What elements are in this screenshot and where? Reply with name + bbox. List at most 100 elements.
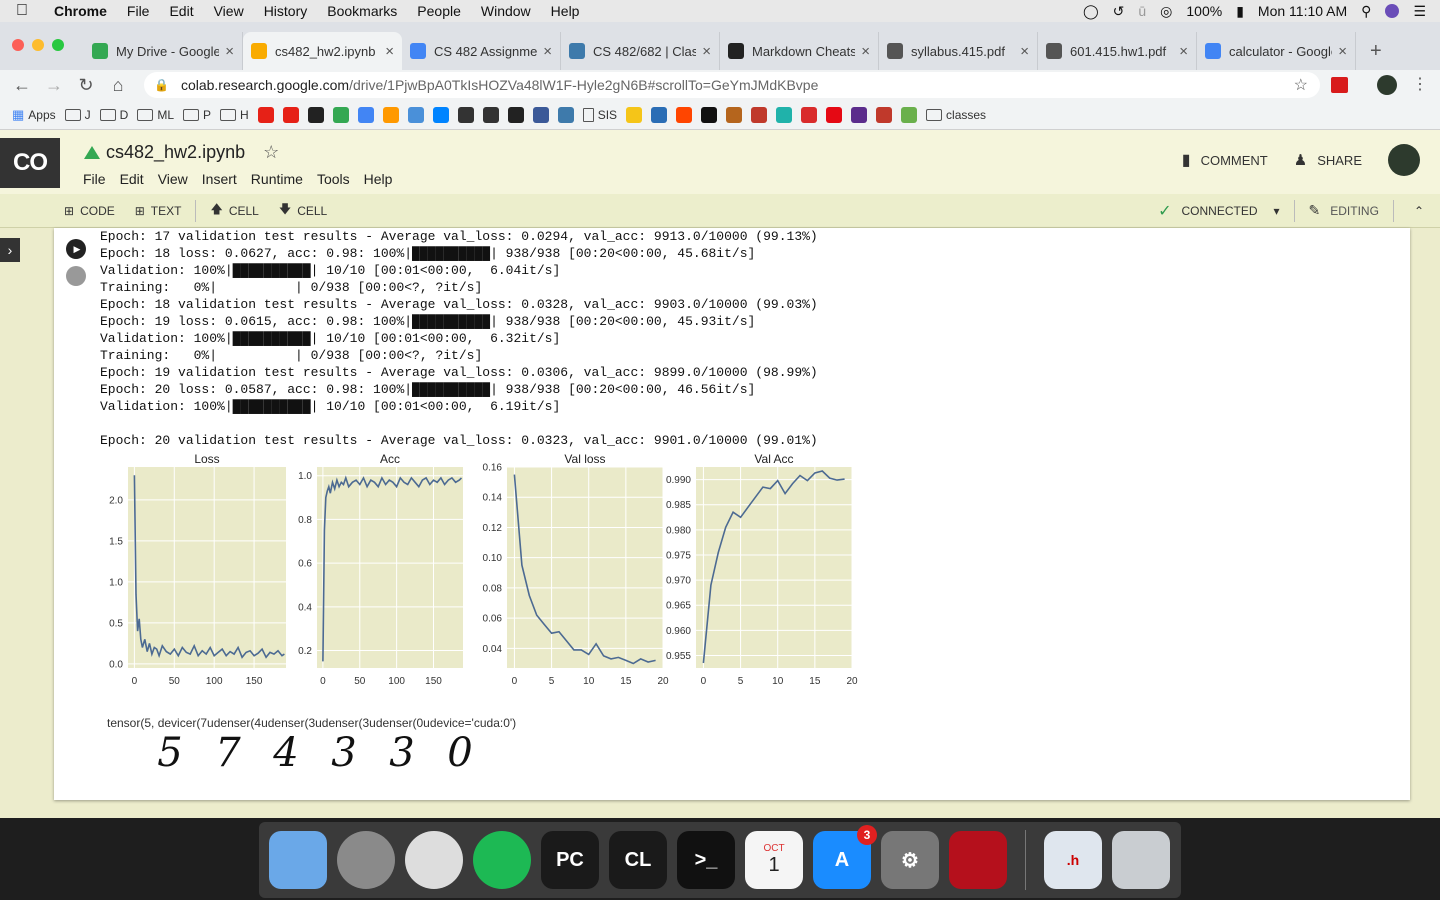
nb-menu-file[interactable]: File (83, 171, 106, 187)
lock-icon[interactable]: 🔒 (154, 78, 169, 92)
finder-dock-icon[interactable] (269, 831, 327, 889)
add-text-button[interactable]: ⊞ TEXT (125, 194, 192, 228)
calendar-dock-icon[interactable]: OCT 1 (745, 831, 803, 889)
bookmark-folder-j[interactable]: J (64, 108, 91, 122)
nb-menu-insert[interactable]: Insert (202, 171, 237, 187)
app-store-dock-icon[interactable]: A3 (813, 825, 877, 889)
collapse-header-button[interactable]: ⌃ (1398, 194, 1440, 228)
site-bookmark-icon-7[interactable] (407, 106, 424, 123)
tab-6[interactable]: syllabus.415.pdf × (879, 32, 1038, 70)
sync-icon[interactable]: ◯ (1083, 3, 1099, 20)
menu-edit[interactable]: Edit (159, 3, 203, 19)
site-bookmark-icon-8[interactable] (432, 106, 449, 123)
sidebar-toggle-chevron-icon[interactable]: › (0, 238, 20, 262)
profile-avatar[interactable] (1377, 75, 1397, 95)
tab-5[interactable]: Markdown Cheatsheet × (720, 32, 879, 70)
account-avatar[interactable] (1388, 144, 1420, 176)
site-bookmark-icon-11[interactable] (507, 106, 524, 123)
site-bookmark-icon-2[interactable] (282, 106, 299, 123)
share-button[interactable]: ♟ SHARE (1294, 151, 1362, 169)
extension-icon[interactable] (1331, 77, 1348, 93)
site2-bookmark-icon-6[interactable] (751, 106, 768, 123)
reload-icon[interactable]: ↻ (70, 75, 102, 96)
site-bookmark-icon-13[interactable] (557, 106, 574, 123)
spotlight-search-icon[interactable]: ⚲ (1361, 3, 1371, 20)
tab-8[interactable]: calculator - Google × (1197, 32, 1356, 70)
apple-icon[interactable]:  (0, 2, 44, 20)
notebook-title[interactable]: cs482_hw2.ipynb (106, 142, 245, 163)
site2-bookmark-icon-7[interactable] (776, 106, 793, 123)
acrobat-dock-icon[interactable] (949, 831, 1007, 889)
app-menu-chrome[interactable]: Chrome (44, 3, 117, 19)
tab-7[interactable]: 601.415.hw1.pdf × (1038, 32, 1197, 70)
close-tab-icon[interactable]: × (1179, 43, 1188, 60)
bookmark-folder-d[interactable]: D (99, 108, 128, 122)
nb-menu-edit[interactable]: Edit (120, 171, 144, 187)
tab-1[interactable]: My Drive - Google × (84, 32, 243, 70)
close-tab-icon[interactable]: × (385, 43, 394, 60)
site2-bookmark-icon-9[interactable] (826, 106, 843, 123)
close-tab-icon[interactable]: × (861, 43, 870, 60)
site-bookmark-icon-3[interactable] (307, 106, 324, 123)
clion-dock-icon[interactable]: CL (609, 831, 667, 889)
site2-bookmark-icon-4[interactable] (701, 106, 718, 123)
notification-center-icon[interactable]: ☰ (1413, 3, 1426, 20)
move-cell-down-button[interactable]: 🡇 CELL (269, 194, 337, 228)
site2-bookmark-icon-12[interactable] (901, 106, 918, 123)
close-tab-icon[interactable]: × (1020, 43, 1029, 60)
clock[interactable]: Mon 11:10 AM (1258, 3, 1347, 19)
bookmark-folder-classes[interactable]: classes (926, 108, 986, 122)
menu-view[interactable]: View (204, 3, 254, 19)
site2-bookmark-icon-5[interactable] (726, 106, 743, 123)
nb-menu-view[interactable]: View (158, 171, 188, 187)
chrome-dock-icon[interactable] (405, 831, 463, 889)
close-tab-icon[interactable]: × (543, 43, 552, 60)
bluetooth-icon[interactable]: ū (1138, 3, 1146, 19)
bookmark-apps[interactable]: ▦ Apps (12, 107, 56, 123)
spotify-dock-icon[interactable] (473, 831, 531, 889)
nb-menu-tools[interactable]: Tools (317, 171, 350, 187)
bookmark-star-icon[interactable]: ☆ (1294, 75, 1308, 95)
comment-button[interactable]: ▮ COMMENT (1182, 150, 1268, 170)
wifi-icon[interactable]: ◎ (1160, 3, 1172, 20)
menu-history[interactable]: History (254, 3, 318, 19)
bookmark-folder-ml[interactable]: ML (137, 108, 174, 122)
tab-3[interactable]: CS 482 Assignment × (402, 32, 561, 70)
menu-window[interactable]: Window (471, 3, 541, 19)
editing-mode-button[interactable]: ✎ EDITING (1299, 194, 1389, 228)
zoom-window-button[interactable] (52, 39, 64, 51)
nb-menu-runtime[interactable]: Runtime (251, 171, 303, 187)
colab-logo[interactable]: CO (0, 138, 60, 188)
address-bar[interactable]: 🔒 colab.research.google.com/drive/1PjwBp… (144, 72, 1320, 98)
site-bookmark-icon-5[interactable] (357, 106, 374, 123)
launchpad-dock-icon[interactable] (337, 831, 395, 889)
menu-people[interactable]: People (407, 3, 471, 19)
time-machine-icon[interactable]: ↺ (1113, 3, 1125, 20)
move-cell-up-button[interactable]: 🡅 CELL (200, 194, 268, 228)
battery-text[interactable]: 100% (1186, 3, 1222, 19)
site-bookmark-icon-12[interactable] (532, 106, 549, 123)
bookmark-folder-p[interactable]: P (183, 108, 211, 122)
minimize-window-button[interactable] (32, 39, 44, 51)
run-cell-button[interactable]: ▶ (66, 239, 86, 259)
close-window-button[interactable] (12, 39, 24, 51)
site-bookmark-icon-6[interactable] (382, 106, 399, 123)
battery-icon[interactable]: ▮ (1236, 3, 1244, 20)
nb-menu-help[interactable]: Help (364, 171, 393, 187)
pycharm-dock-icon[interactable]: PC (541, 831, 599, 889)
file-dock-icon[interactable]: .h (1044, 831, 1102, 889)
site2-bookmark-icon-10[interactable] (851, 106, 868, 123)
site2-bookmark-icon-2[interactable] (651, 106, 668, 123)
trash-dock-icon[interactable] (1112, 831, 1170, 889)
site2-bookmark-icon-11[interactable] (876, 106, 893, 123)
add-code-button[interactable]: ⊞ CODE (54, 194, 125, 228)
star-icon[interactable]: ☆ (263, 142, 279, 163)
new-tab-button[interactable]: + (1356, 32, 1396, 70)
system-preferences-dock-icon[interactable]: ⚙ (881, 831, 939, 889)
bookmark-sis[interactable]: SIS (582, 107, 617, 122)
menu-help[interactable]: Help (541, 3, 590, 19)
close-tab-icon[interactable]: × (702, 43, 711, 60)
back-arrow-icon[interactable]: ← (6, 75, 38, 96)
home-icon[interactable]: ⌂ (102, 75, 134, 96)
site2-bookmark-icon-1[interactable] (626, 106, 643, 123)
